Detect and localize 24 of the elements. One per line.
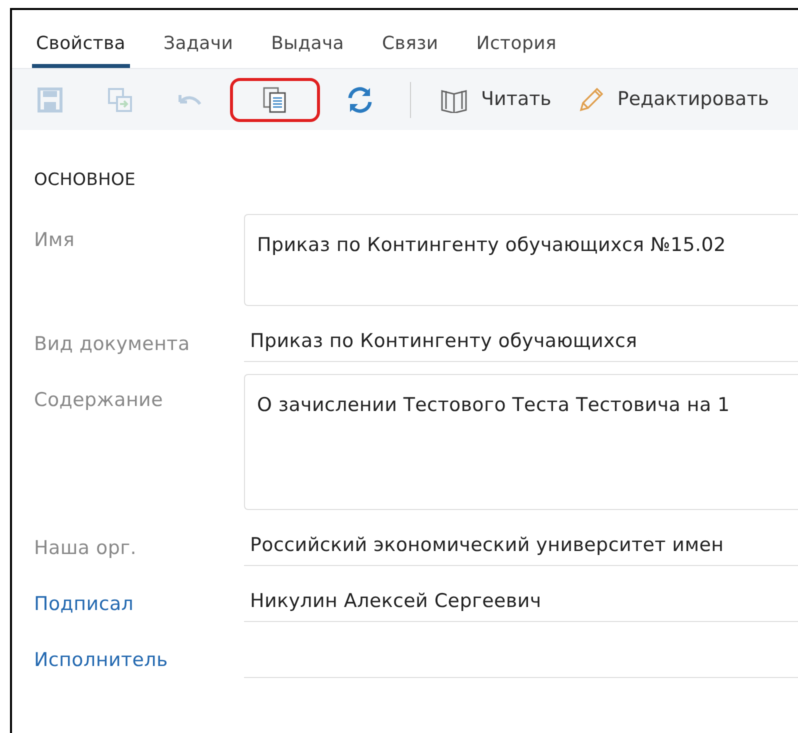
edit-button[interactable]: Редактировать: [569, 78, 777, 122]
input-field[interactable]: Российский экономический университет имен: [244, 522, 798, 566]
field-label: Наша орг.: [34, 536, 138, 560]
read-button[interactable]: Читать: [431, 78, 560, 122]
tab[interactable]: Задачи: [160, 10, 238, 68]
tab[interactable]: Выдача: [267, 10, 348, 68]
save-icon: [37, 86, 63, 112]
input-field[interactable]: Никулин Алексей Сергеевич: [244, 578, 798, 622]
field-label-link[interactable]: Исполнитель: [34, 634, 244, 674]
save-as-icon: [107, 86, 133, 112]
undo-icon: [178, 92, 202, 106]
pencil-icon: [577, 86, 606, 114]
field-label: Содержание: [34, 388, 164, 412]
input-field[interactable]: Приказ по Контингенту обучающихся: [244, 318, 798, 362]
copy-icon: [262, 86, 288, 114]
section-title: ОСНОВНОЕ: [34, 169, 137, 192]
tab[interactable]: Связи: [378, 10, 442, 68]
field-label: Имя: [34, 228, 76, 252]
tab[interactable]: История: [472, 10, 561, 68]
field-label-link[interactable]: Подписал: [34, 578, 244, 618]
text-area[interactable]: О зачислении Тестового Теста Тестовича на 1: [244, 374, 798, 510]
copy-button[interactable]: [230, 78, 320, 122]
text-area[interactable]: Приказ по Контингенту обучающихся №15.02: [244, 214, 798, 306]
field-label: Вид документа: [34, 332, 191, 356]
